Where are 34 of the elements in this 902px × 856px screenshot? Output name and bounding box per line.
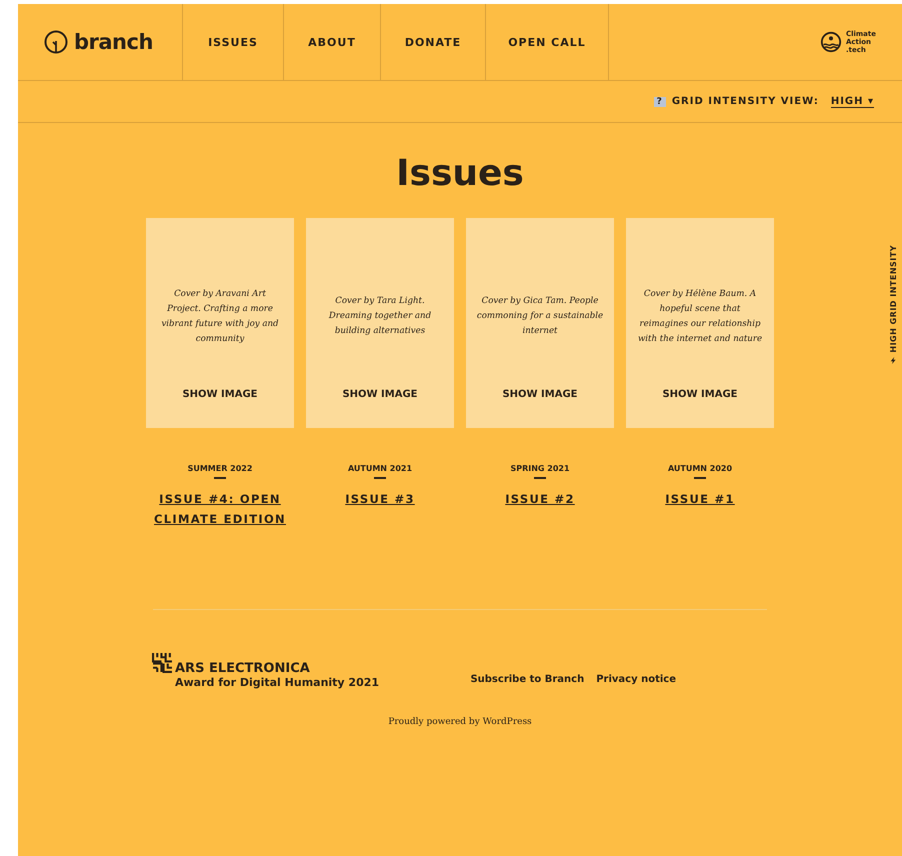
issue-link[interactable]: ISSUE #3 xyxy=(345,489,415,509)
cover-caption: Cover by Aravani Art Project. Crafting a more vibrant future with joy and community xyxy=(160,288,280,346)
footer-link[interactable]: Subscribe to Branch xyxy=(470,674,584,685)
nav-link[interactable]: DONATE xyxy=(381,4,486,80)
site-logo[interactable]: branch xyxy=(74,30,153,54)
award-subtitle: Award for Digital Humanity 2021 xyxy=(175,676,380,689)
help-badge[interactable]: ? xyxy=(654,96,666,106)
award-title: ARS ELECTRONICA xyxy=(175,661,311,676)
issue-season: SUMMER 2022 xyxy=(188,464,252,473)
powered-by-text: Proudly powered by WordPress xyxy=(388,717,532,727)
show-image-button[interactable]: SHOW IMAGE xyxy=(182,389,258,400)
issue-season: AUTUMN 2020 xyxy=(668,464,732,473)
ars-electronica-logo-icon xyxy=(152,652,173,673)
issue-season: AUTUMN 2021 xyxy=(348,464,412,473)
issue-link[interactable]: ISSUE #1 xyxy=(665,489,735,509)
footer-link[interactable]: Privacy notice xyxy=(596,674,676,685)
grid-intensity-label: GRID INTENSITY VIEW: xyxy=(672,96,819,107)
nav-link[interactable]: ISSUES xyxy=(183,4,284,80)
cover-caption: Cover by Hélène Baum. A hopeful scene that reimagines our relationship with the internet and nature xyxy=(636,288,764,346)
bolt-icon xyxy=(890,356,897,364)
show-image-button[interactable]: SHOW IMAGE xyxy=(662,389,738,400)
cover-caption: Cover by Tara Light. Dreaming together and building alternatives xyxy=(328,295,432,338)
nav-link[interactable]: ABOUT xyxy=(284,4,381,80)
nav-link[interactable]: OPEN CALL xyxy=(486,4,609,80)
show-image-button[interactable]: SHOW IMAGE xyxy=(342,389,418,400)
page-title: Issues xyxy=(396,153,524,194)
cover-caption: Cover by Gica Tam. People commoning for a sustainable internet xyxy=(476,295,604,338)
branch-logo-icon xyxy=(44,30,68,54)
grid-intensity-indicator: HIGH GRID INTENSITY xyxy=(889,245,898,353)
show-image-button[interactable]: SHOW IMAGE xyxy=(502,389,578,400)
grid-intensity-dropdown[interactable]: HIGH ▾ xyxy=(830,96,874,108)
issue-link[interactable]: ISSUE #2 xyxy=(505,489,575,509)
issue-season: SPRING 2021 xyxy=(510,464,570,473)
issue-link[interactable]: ISSUE #4: OPEN CLIMATE EDITION xyxy=(146,489,294,529)
